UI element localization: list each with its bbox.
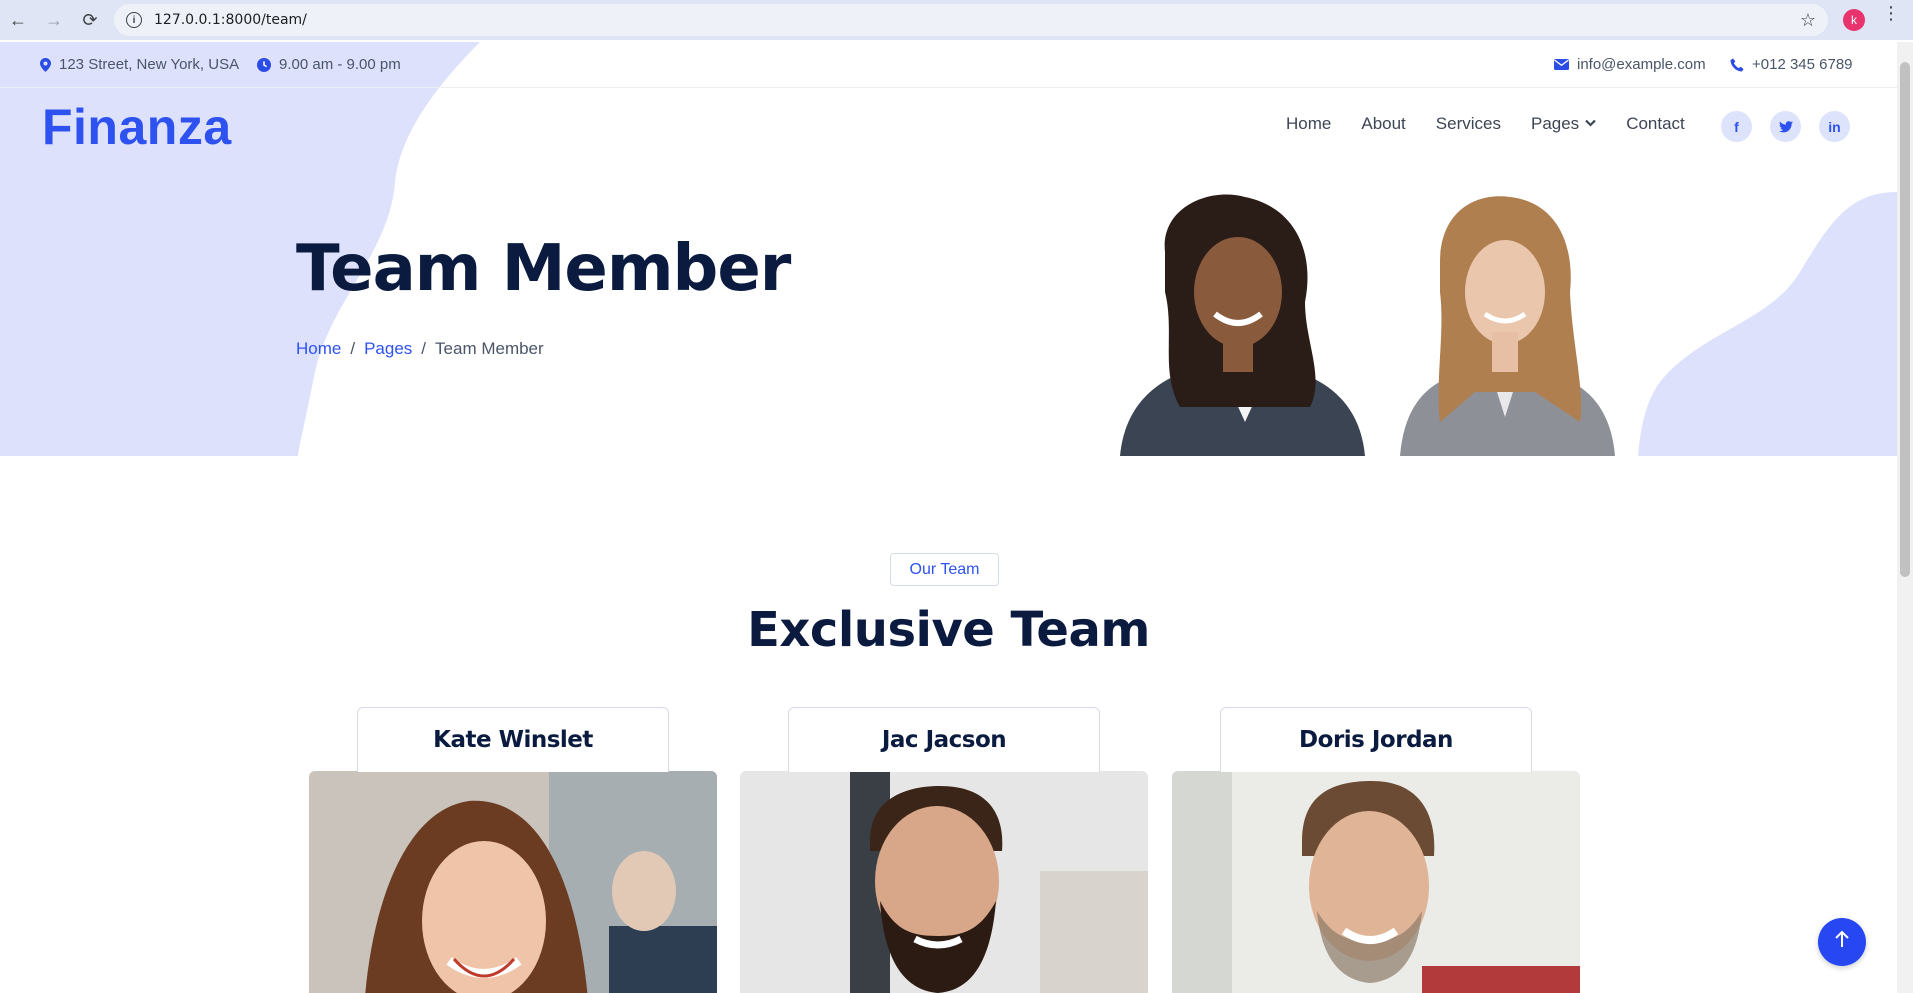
- envelope-icon: [1554, 59, 1569, 70]
- back-to-top-button[interactable]: [1818, 918, 1866, 966]
- chevron-down-icon: [1585, 118, 1596, 130]
- site-logo[interactable]: Finanza: [42, 98, 232, 156]
- team-member-name: Kate Winslet: [357, 707, 669, 772]
- team-card[interactable]: Kate Winslet: [309, 707, 717, 993]
- top-info-bar: 123 Street, New York, USA 9.00 am - 9.00…: [0, 42, 1897, 88]
- twitter-icon[interactable]: [1770, 111, 1801, 142]
- section-title: Exclusive Team: [747, 602, 1150, 658]
- reload-icon[interactable]: ⟳: [72, 2, 108, 38]
- team-card[interactable]: Doris Jordan: [1172, 707, 1580, 993]
- web-page: 123 Street, New York, USA 9.00 am - 9.00…: [0, 42, 1897, 993]
- arrow-up-icon: [1834, 930, 1850, 954]
- scrollbar-thumb[interactable]: [1900, 62, 1910, 577]
- breadcrumb-current: Team Member: [435, 339, 544, 358]
- browser-menu-icon[interactable]: ⋮: [1882, 4, 1900, 22]
- team-member-photo: [309, 771, 717, 993]
- phone-text[interactable]: +012 345 6789: [1752, 56, 1853, 73]
- breadcrumb-separator: /: [350, 339, 356, 358]
- team-member-name: Doris Jordan: [1220, 707, 1532, 772]
- email-text[interactable]: info@example.com: [1577, 56, 1706, 73]
- clock-icon: [257, 57, 271, 72]
- nav-pages-label: Pages: [1530, 114, 1580, 133]
- address-info: 123 Street, New York, USA: [40, 56, 239, 73]
- breadcrumb: Home / Pages / Team Member: [296, 339, 544, 359]
- breadcrumb-separator: /: [421, 339, 427, 358]
- social-links: f in: [1721, 111, 1850, 142]
- hero-section: 123 Street, New York, USA 9.00 am - 9.00…: [0, 42, 1897, 456]
- team-member-photo: [1172, 771, 1580, 993]
- hours-text: 9.00 am - 9.00 pm: [279, 56, 401, 73]
- address-bar[interactable]: i 127.0.0.1:8000/team/ ☆: [114, 4, 1828, 36]
- breadcrumb-home[interactable]: Home: [296, 339, 341, 359]
- bookmark-star-icon[interactable]: ☆: [1800, 10, 1816, 31]
- team-member-photo: [740, 771, 1148, 993]
- phone-icon: [1730, 58, 1744, 72]
- page-title: Team Member: [296, 232, 791, 306]
- team-member-name: Jac Jacson: [788, 707, 1100, 772]
- team-card[interactable]: Jac Jacson: [740, 707, 1148, 993]
- back-arrow-icon[interactable]: ←: [0, 2, 36, 38]
- section-badge: Our Team: [890, 553, 999, 586]
- hours-info: 9.00 am - 9.00 pm: [257, 56, 401, 73]
- profile-avatar[interactable]: k: [1843, 9, 1865, 31]
- forward-arrow-icon[interactable]: →: [36, 2, 72, 38]
- hero-team-photo: [1120, 194, 1615, 456]
- nav-home[interactable]: Home: [1286, 114, 1331, 134]
- site-info-icon[interactable]: i: [126, 12, 142, 28]
- map-pin-icon: [40, 57, 51, 72]
- url-text[interactable]: 127.0.0.1:8000/team/: [154, 12, 307, 28]
- nav-services[interactable]: Services: [1436, 114, 1501, 134]
- breadcrumb-pages[interactable]: Pages: [364, 339, 412, 359]
- email-info[interactable]: info@example.com: [1554, 56, 1706, 73]
- address-text: 123 Street, New York, USA: [59, 56, 240, 73]
- nav-contact[interactable]: Contact: [1626, 114, 1685, 134]
- phone-info[interactable]: +012 345 6789: [1730, 56, 1853, 73]
- browser-toolbar: ← → ⟳ i 127.0.0.1:8000/team/ ☆ k ⋮: [0, 0, 1913, 40]
- main-navigation: Home About Services Pages Contact: [1286, 114, 1685, 134]
- nav-pages-dropdown[interactable]: Pages: [1531, 114, 1596, 134]
- nav-about[interactable]: About: [1361, 114, 1405, 134]
- facebook-icon[interactable]: f: [1721, 111, 1752, 142]
- page-scrollbar[interactable]: [1897, 42, 1913, 993]
- linkedin-icon[interactable]: in: [1819, 111, 1850, 142]
